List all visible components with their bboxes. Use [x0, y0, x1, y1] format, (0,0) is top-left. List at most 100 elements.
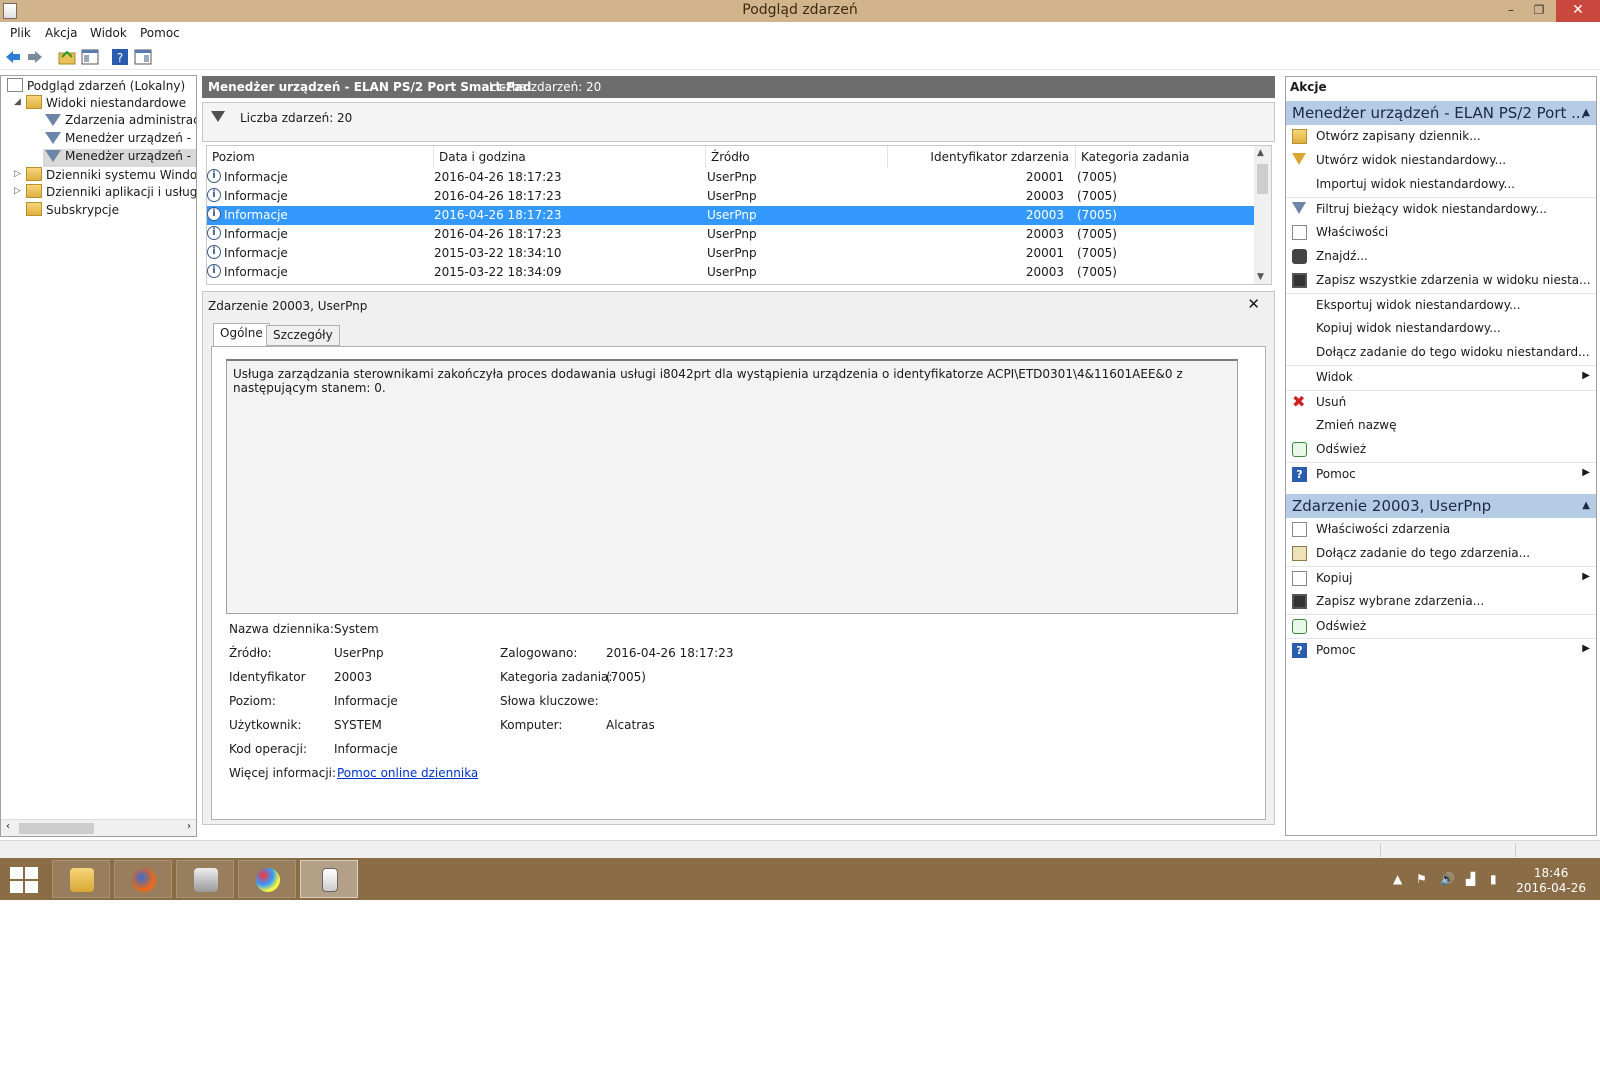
table-row[interactable]: i Informacje 2016-04-26 18:17:23 UserPnp… [207, 168, 1256, 187]
battery-icon[interactable]: ▮ [1490, 872, 1497, 886]
cell-date: 2015-03-22 18:34:09 [434, 265, 562, 279]
tab-body: Usługa zarządzania sterownikami zakończy… [211, 346, 1266, 820]
filter-icon [45, 114, 61, 126]
menu-file[interactable]: Plik [10, 26, 31, 40]
menu-help[interactable]: Pomoc [140, 26, 180, 40]
action-label: Zmień nazwę [1316, 418, 1397, 432]
table-row[interactable]: i Informacje 2016-04-26 18:17:23 UserPnp… [207, 187, 1256, 206]
column-header-level[interactable]: Poziom [207, 146, 434, 168]
scroll-left-icon[interactable]: ‹ [6, 821, 10, 832]
action-refresh[interactable]: Odśwież [1286, 438, 1596, 462]
taskbar-paint-button[interactable] [238, 860, 296, 898]
scroll-right-icon[interactable]: › [187, 821, 191, 832]
computer-label: Komputer: [500, 718, 563, 732]
show-action-pane-icon[interactable] [134, 48, 152, 66]
paint-palette-icon [256, 868, 280, 892]
taskbar-explorer-button[interactable] [52, 860, 110, 898]
action-help-submenu[interactable]: ? Pomoc ▶ [1286, 462, 1596, 486]
table-row[interactable]: i Informacje 2016-04-26 18:17:23 UserPnp… [207, 225, 1256, 244]
column-header-task-category[interactable]: Kategoria zadania [1076, 146, 1256, 168]
expand-arrow-icon[interactable]: ◢ [14, 97, 21, 107]
action-copy-custom-view[interactable]: Kopiuj widok niestandardowy... [1286, 317, 1596, 341]
menu-action[interactable]: Akcja [45, 26, 77, 40]
tree-horizontal-scrollbar[interactable]: ‹ › [1, 819, 196, 836]
action-rename[interactable]: Zmień nazwę [1286, 414, 1596, 438]
taskbar-event-viewer-button[interactable] [300, 860, 358, 898]
action-properties[interactable]: Właściwości [1286, 221, 1596, 245]
close-button[interactable]: ✕ [1556, 0, 1600, 22]
action-refresh-event[interactable]: Odśwież [1286, 614, 1596, 638]
tree-item-device-manager-2[interactable]: Menedżer urządzeń - ELA [43, 149, 196, 167]
tree-item-label: Dzienniki systemu Windows [46, 168, 197, 182]
forward-arrow-icon[interactable] [26, 48, 44, 66]
taskbar-device-button[interactable] [176, 860, 234, 898]
table-row[interactable]: i Informacje 2015-03-22 18:34:10 UserPnp… [207, 244, 1256, 263]
scroll-down-icon[interactable]: ▼ [1257, 272, 1264, 282]
collapse-arrow-icon[interactable]: ▷ [14, 186, 21, 196]
action-view-submenu[interactable]: Widok ▶ [1286, 365, 1596, 389]
event-id-value: 20003 [334, 670, 373, 684]
network-signal-icon[interactable]: ▟ [1466, 872, 1475, 886]
action-find[interactable]: Znajdź... [1286, 245, 1596, 269]
scrollbar-thumb[interactable] [1257, 164, 1268, 194]
tree-item-admin-events[interactable]: Zdarzenia administracyjne [45, 113, 196, 131]
column-header-date[interactable]: Data i godzina [434, 146, 706, 168]
action-event-properties[interactable]: Właściwości zdarzenia [1286, 518, 1596, 542]
action-export-custom-view[interactable]: Eksportuj widok niestandardowy... [1286, 293, 1596, 317]
action-label: Właściwości [1316, 225, 1389, 239]
close-icon[interactable]: ✕ [1247, 295, 1260, 313]
cell-task-category: (7005) [1077, 170, 1117, 184]
actions-section-event[interactable]: Zdarzenie 20003, UserPnp ▲ [1286, 494, 1596, 518]
taskbar-firefox-button[interactable] [114, 860, 172, 898]
user-label: Użytkownik: [229, 718, 302, 732]
open-folder-icon[interactable] [58, 48, 76, 66]
collapse-arrow-icon[interactable]: ▲ [1582, 101, 1590, 125]
action-import-custom-view[interactable]: Importuj widok niestandardowy... [1286, 173, 1596, 197]
source-label: Źródło: [229, 646, 272, 660]
action-attach-task-event[interactable]: Dołącz zadanie do tego zdarzenia... [1286, 542, 1596, 566]
table-row-selected[interactable]: i Informacje 2016-04-26 18:17:23 UserPnp… [207, 206, 1256, 225]
column-header-source[interactable]: Źródło [706, 146, 888, 168]
events-vertical-scrollbar[interactable]: ▲ ▼ [1254, 146, 1271, 284]
collapse-arrow-icon[interactable]: ▷ [14, 169, 21, 179]
action-help-event-submenu[interactable]: ? Pomoc ▶ [1286, 638, 1596, 662]
action-save-all-events[interactable]: Zapisz wszystkie zdarzenia w widoku nies… [1286, 269, 1596, 293]
action-attach-task-view[interactable]: Dołącz zadanie do tego widoku niestandar… [1286, 341, 1596, 365]
restore-button[interactable]: ❐ [1522, 0, 1556, 22]
actions-section-view[interactable]: Menedżer urządzeń - ELAN PS/2 Port ... ▲ [1286, 101, 1596, 125]
show-hidden-icons[interactable]: ▲ [1393, 872, 1402, 886]
tab-general[interactable]: Ogólne [213, 323, 270, 347]
online-help-link[interactable]: Pomoc online dziennika [337, 766, 478, 780]
system-clock[interactable]: 18:46 2016-04-26 [1516, 866, 1586, 896]
action-copy-submenu[interactable]: Kopiuj ▶ [1286, 566, 1596, 590]
scrollbar-thumb[interactable] [19, 823, 94, 834]
status-divider [1380, 843, 1381, 857]
tree-item-custom-views[interactable]: ◢ Widoki niestandardowe [14, 95, 186, 113]
tab-details[interactable]: Szczegóły [266, 325, 340, 346]
tree-item-subscriptions[interactable]: Subskrypcje [26, 202, 119, 220]
action-filter-view[interactable]: Filtruj bieżący widok niestandardowy... [1286, 197, 1596, 221]
tree-item-device-manager-1[interactable]: Menedżer urządzeń - Mo [45, 131, 196, 149]
tree-item-root[interactable]: Podgląd zdarzeń (Lokalny) [7, 78, 185, 96]
more-info-label: Więcej informacji: [229, 766, 337, 780]
column-header-event-id[interactable]: Identyfikator zdarzenia [888, 146, 1076, 168]
action-delete[interactable]: ✖ Usuń [1286, 390, 1596, 414]
tree-item-app-logs[interactable]: ▷ Dzienniki aplikacji i usług [14, 184, 196, 202]
back-arrow-icon[interactable] [4, 48, 22, 66]
cell-level: Informacje [224, 189, 288, 203]
help-icon[interactable]: ? [111, 48, 129, 66]
collapse-arrow-icon[interactable]: ▲ [1582, 494, 1590, 518]
windows-start-icon[interactable] [10, 867, 38, 893]
volume-icon[interactable]: 🔊 [1440, 872, 1455, 886]
toolbar: ? [0, 43, 1600, 70]
scroll-up-icon[interactable]: ▲ [1257, 148, 1264, 158]
tree-item-windows-logs[interactable]: ▷ Dzienniki systemu Windows [14, 167, 197, 185]
cell-date: 2016-04-26 18:17:23 [434, 208, 562, 222]
menu-view[interactable]: Widok [90, 26, 127, 40]
show-hide-tree-icon[interactable] [81, 48, 99, 66]
action-open-saved-log[interactable]: Otwórz zapisany dziennik... [1286, 125, 1596, 149]
table-row[interactable]: i Informacje 2015-03-22 18:34:09 UserPnp… [207, 263, 1256, 282]
action-create-custom-view[interactable]: Utwórz widok niestandardowy... [1286, 149, 1596, 173]
action-save-selected-events[interactable]: Zapisz wybrane zdarzenia... [1286, 590, 1596, 614]
action-center-flag-icon[interactable]: ⚑ [1416, 872, 1427, 886]
